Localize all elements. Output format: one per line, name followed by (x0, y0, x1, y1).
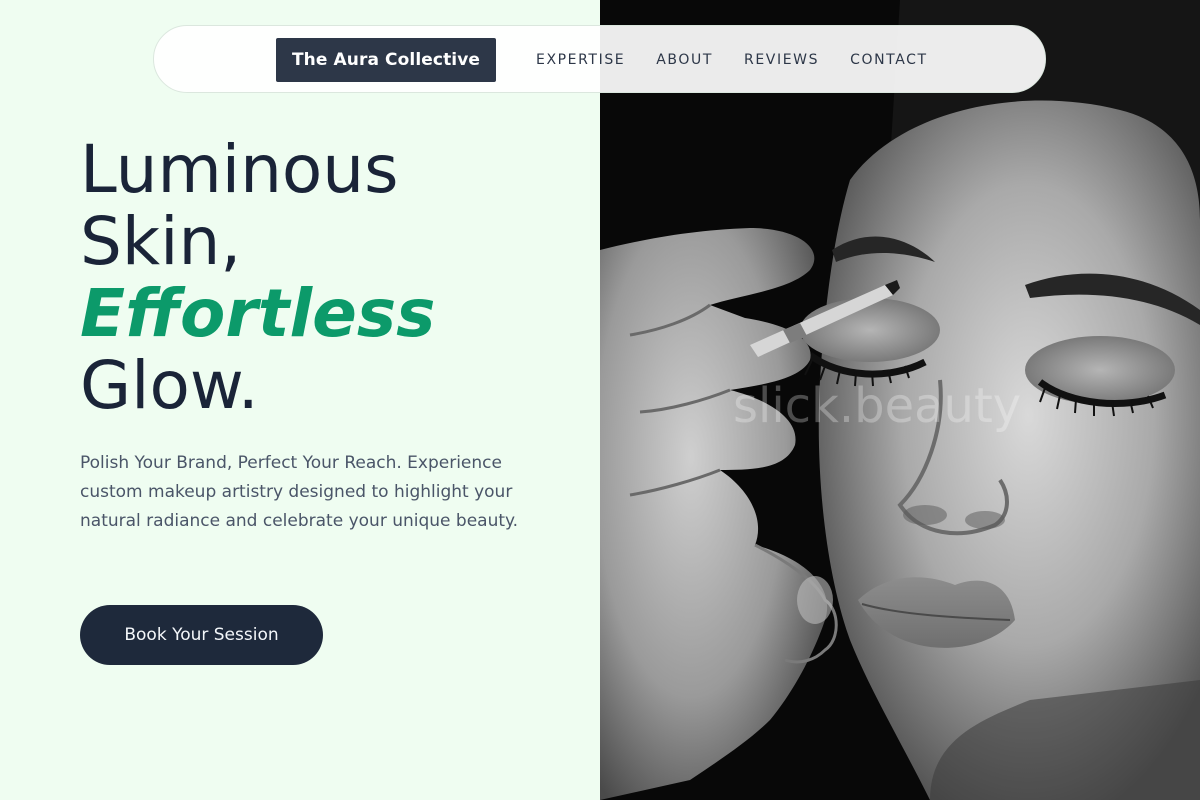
book-session-button[interactable]: Book Your Session (80, 605, 323, 665)
nav-link-about[interactable]: ABOUT (656, 52, 713, 68)
brand-logo[interactable]: The Aura Collective (276, 38, 496, 82)
hero-headline: Luminous Skin, Effortless Glow. (80, 134, 435, 422)
headline-accent: Effortless (80, 275, 436, 352)
nav-link-expertise[interactable]: EXPERTISE (536, 52, 625, 68)
hero-description: Polish Your Brand, Perfect Your Reach. E… (80, 453, 519, 531)
headline-line-1: Luminous (80, 131, 399, 208)
watermark-text: slick.beauty (733, 378, 1022, 434)
nav-link-contact[interactable]: CONTACT (850, 52, 928, 68)
top-navbar: The Aura Collective EXPERTISE ABOUT REVI… (153, 25, 1046, 93)
hero-photo: slick.beauty (600, 0, 1200, 800)
headline-line-2: Skin, (80, 203, 242, 280)
nav-links: EXPERTISE ABOUT REVIEWS CONTACT (536, 26, 959, 94)
nav-link-reviews[interactable]: REVIEWS (744, 52, 819, 68)
headline-line-4: Glow. (80, 347, 259, 424)
